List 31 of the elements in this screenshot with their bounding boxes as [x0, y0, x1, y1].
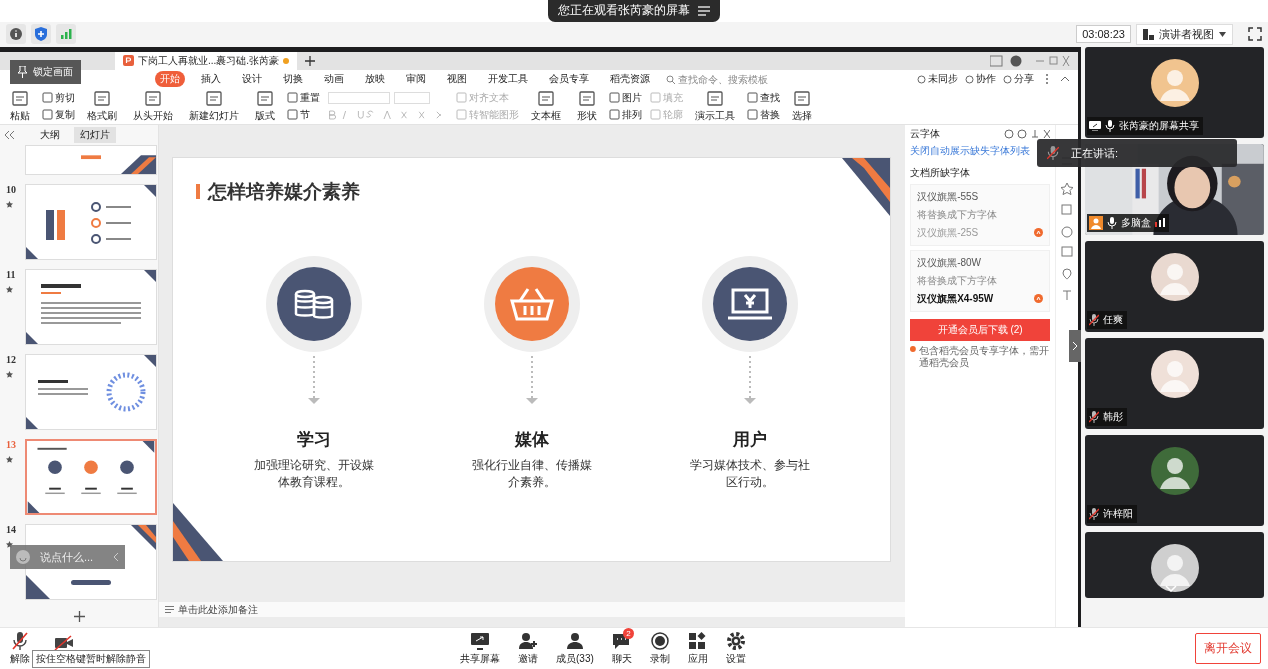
unread-badge: 2 [623, 627, 634, 639]
slide-number: 10 [6, 183, 16, 195]
member-note: 包含稻壳会员专享字体，需开通稻壳会员 [918, 344, 1050, 369]
participant-name: 任爽 [1103, 312, 1124, 327]
replacement-font: 汉仪旗黑-25S [917, 225, 979, 240]
participant-name: 韩彤 [1103, 409, 1124, 424]
participant-name: 张芮豪的屏幕共享 [1119, 118, 1200, 133]
column-text: 学习媒体技术、参与社区行动。 [688, 457, 811, 490]
tab-title: 下岗工人再就业...裹习础.张芮豪 [138, 53, 280, 68]
tooltip-text: 锁定画面 [33, 65, 73, 79]
replace-hint: 将替换成下方字体 [917, 207, 999, 222]
slide-title: 怎样培养媒介素养 [208, 179, 360, 204]
replace-hint: 将替换成下方字体 [917, 273, 999, 288]
missing-font: 汉仪旗黑-80W [917, 255, 983, 270]
replacement-font: 汉仪旗黑X4-95W [917, 291, 994, 306]
slide-number: 12 [6, 353, 16, 365]
section-label: 文档所缺字体 [910, 165, 972, 180]
participant-name: 许梓阳 [1103, 506, 1134, 521]
shortcut-tooltip: 按住空格键暂时解除静音 [32, 649, 150, 668]
meeting-timer: 03:08:23 [1076, 25, 1131, 44]
participant-name: 多脑盒 [1121, 215, 1152, 230]
missing-font: 汉仪旗黑-55S [917, 189, 980, 204]
slide-number: 13 [6, 438, 16, 450]
column-heading: 用户 [732, 428, 767, 451]
slide-number: 14 [6, 523, 16, 535]
banner-text: 您正在观看张芮豪的屏幕 [558, 2, 690, 20]
column-heading: 媒体 [514, 428, 549, 451]
column-text: 加强理论研究、开设媒体教育课程。 [252, 457, 375, 490]
column-text: 强化行业自律、传播媒介素养。 [470, 457, 593, 490]
slide-number: 11 [6, 268, 16, 280]
column-heading: 学习 [296, 428, 331, 451]
